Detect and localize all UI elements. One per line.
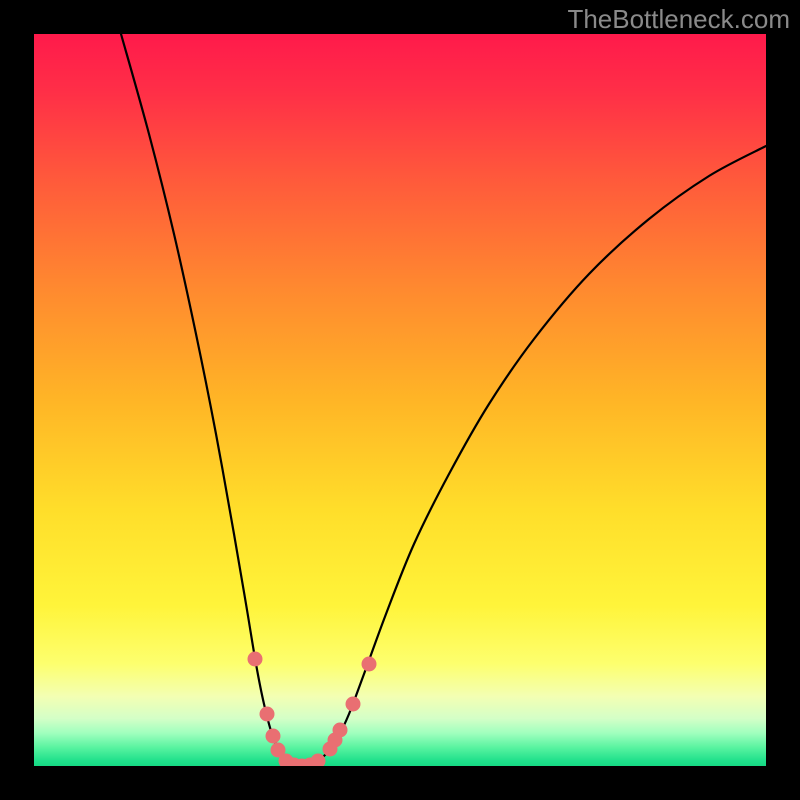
data-marker <box>333 723 348 738</box>
watermark-text: TheBottleneck.com <box>567 4 790 35</box>
chart-frame: TheBottleneck.com <box>0 0 800 800</box>
heatmap-background <box>34 34 766 766</box>
data-marker <box>248 652 263 667</box>
data-marker <box>346 697 361 712</box>
plot-area <box>34 34 766 766</box>
data-marker <box>362 657 377 672</box>
data-marker <box>266 729 281 744</box>
data-marker <box>260 707 275 722</box>
chart-svg <box>34 34 766 766</box>
